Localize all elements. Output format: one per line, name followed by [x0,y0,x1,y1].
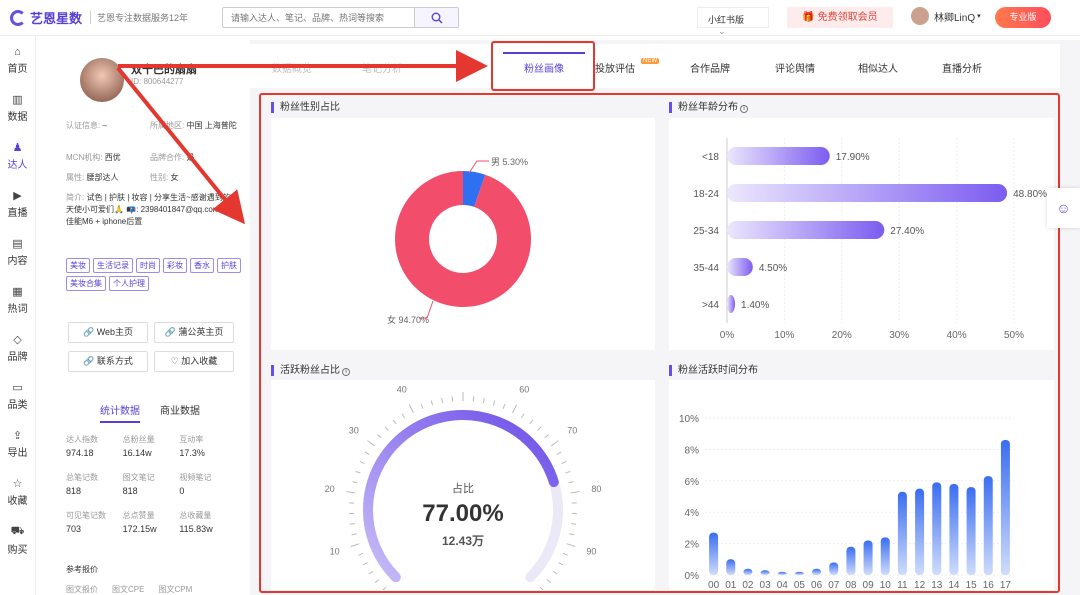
annotation-arrows [116,50,488,225]
chat-float-button[interactable]: ☺ [1047,188,1080,228]
arrow-to-content [116,66,246,225]
chat-icon: ☺ [1056,200,1071,216]
